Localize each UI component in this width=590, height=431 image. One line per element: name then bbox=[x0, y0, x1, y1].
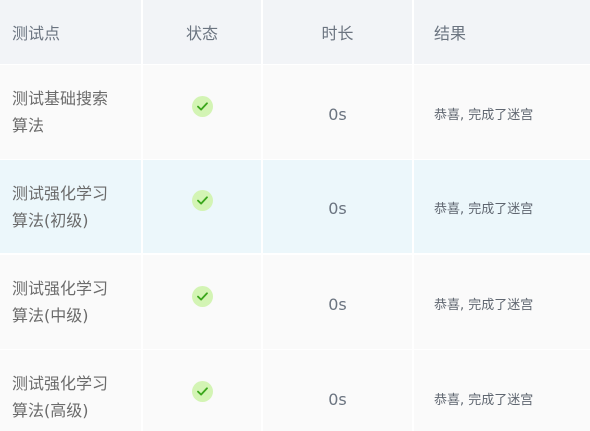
table-row[interactable]: 测试强化学习算法(高级) 0s 恭喜, 完成了迷宫 bbox=[0, 350, 590, 431]
result-text: 恭喜, 完成了迷宫 bbox=[434, 392, 534, 408]
column-header-duration[interactable]: 时长 bbox=[263, 0, 414, 64]
table-row[interactable]: 测试强化学习算法(中级) 0s 恭喜, 完成了迷宫 bbox=[0, 255, 590, 349]
test-results-table: 测试点 状态 时长 结果 测试基础搜索算法 0s 恭喜, 完成了迷宫 测试强化学… bbox=[0, 0, 590, 431]
result-text: 恭喜, 完成了迷宫 bbox=[434, 202, 534, 217]
duration-cell: 0s bbox=[263, 65, 414, 159]
result-cell: 恭喜, 完成了迷宫 bbox=[414, 350, 590, 431]
test-point-cell: 测试强化学习算法(中级) bbox=[0, 255, 143, 349]
check-circle-icon bbox=[191, 95, 213, 117]
test-point-name: 测试强化学习算法(初级) bbox=[12, 183, 109, 230]
status-cell bbox=[143, 255, 263, 349]
status-cell bbox=[143, 65, 263, 159]
duration-value: 0s bbox=[328, 199, 347, 218]
test-point-name: 测试强化学习算法(中级) bbox=[12, 279, 109, 325]
status-cell bbox=[143, 350, 263, 431]
check-circle-icon bbox=[191, 380, 213, 402]
result-cell: 恭喜, 完成了迷宫 bbox=[414, 160, 590, 253]
column-header-result[interactable]: 结果 bbox=[414, 0, 590, 64]
test-point-cell: 测试强化学习算法(高级) bbox=[0, 350, 143, 431]
table-row[interactable]: 测试基础搜索算法 0s 恭喜, 完成了迷宫 bbox=[0, 65, 590, 159]
result-cell: 恭喜, 完成了迷宫 bbox=[414, 65, 590, 159]
result-cell: 恭喜, 完成了迷宫 bbox=[414, 255, 590, 349]
duration-value: 0s bbox=[328, 389, 347, 409]
duration-value: 0s bbox=[328, 294, 347, 314]
test-point-name: 测试强化学习算法(高级) bbox=[12, 374, 109, 420]
test-point-cell: 测试强化学习算法(初级) bbox=[0, 160, 143, 253]
duration-cell: 0s bbox=[263, 255, 414, 349]
column-header-status[interactable]: 状态 bbox=[143, 0, 263, 64]
table-header: 测试点 状态 时长 结果 bbox=[0, 0, 590, 64]
test-point-cell: 测试基础搜索算法 bbox=[0, 65, 143, 159]
result-text: 恭喜, 完成了迷宫 bbox=[434, 297, 534, 313]
check-circle-icon bbox=[191, 285, 213, 307]
duration-cell: 0s bbox=[263, 350, 414, 431]
test-point-name: 测试基础搜索算法 bbox=[12, 89, 109, 135]
result-text: 恭喜, 完成了迷宫 bbox=[434, 107, 534, 123]
duration-value: 0s bbox=[328, 104, 347, 124]
table-row[interactable]: 测试强化学习算法(初级) 0s 恭喜, 完成了迷宫 bbox=[0, 160, 590, 253]
column-header-test-point[interactable]: 测试点 bbox=[0, 0, 143, 64]
check-circle-icon bbox=[191, 190, 213, 211]
status-cell bbox=[143, 160, 263, 253]
duration-cell: 0s bbox=[263, 160, 414, 253]
